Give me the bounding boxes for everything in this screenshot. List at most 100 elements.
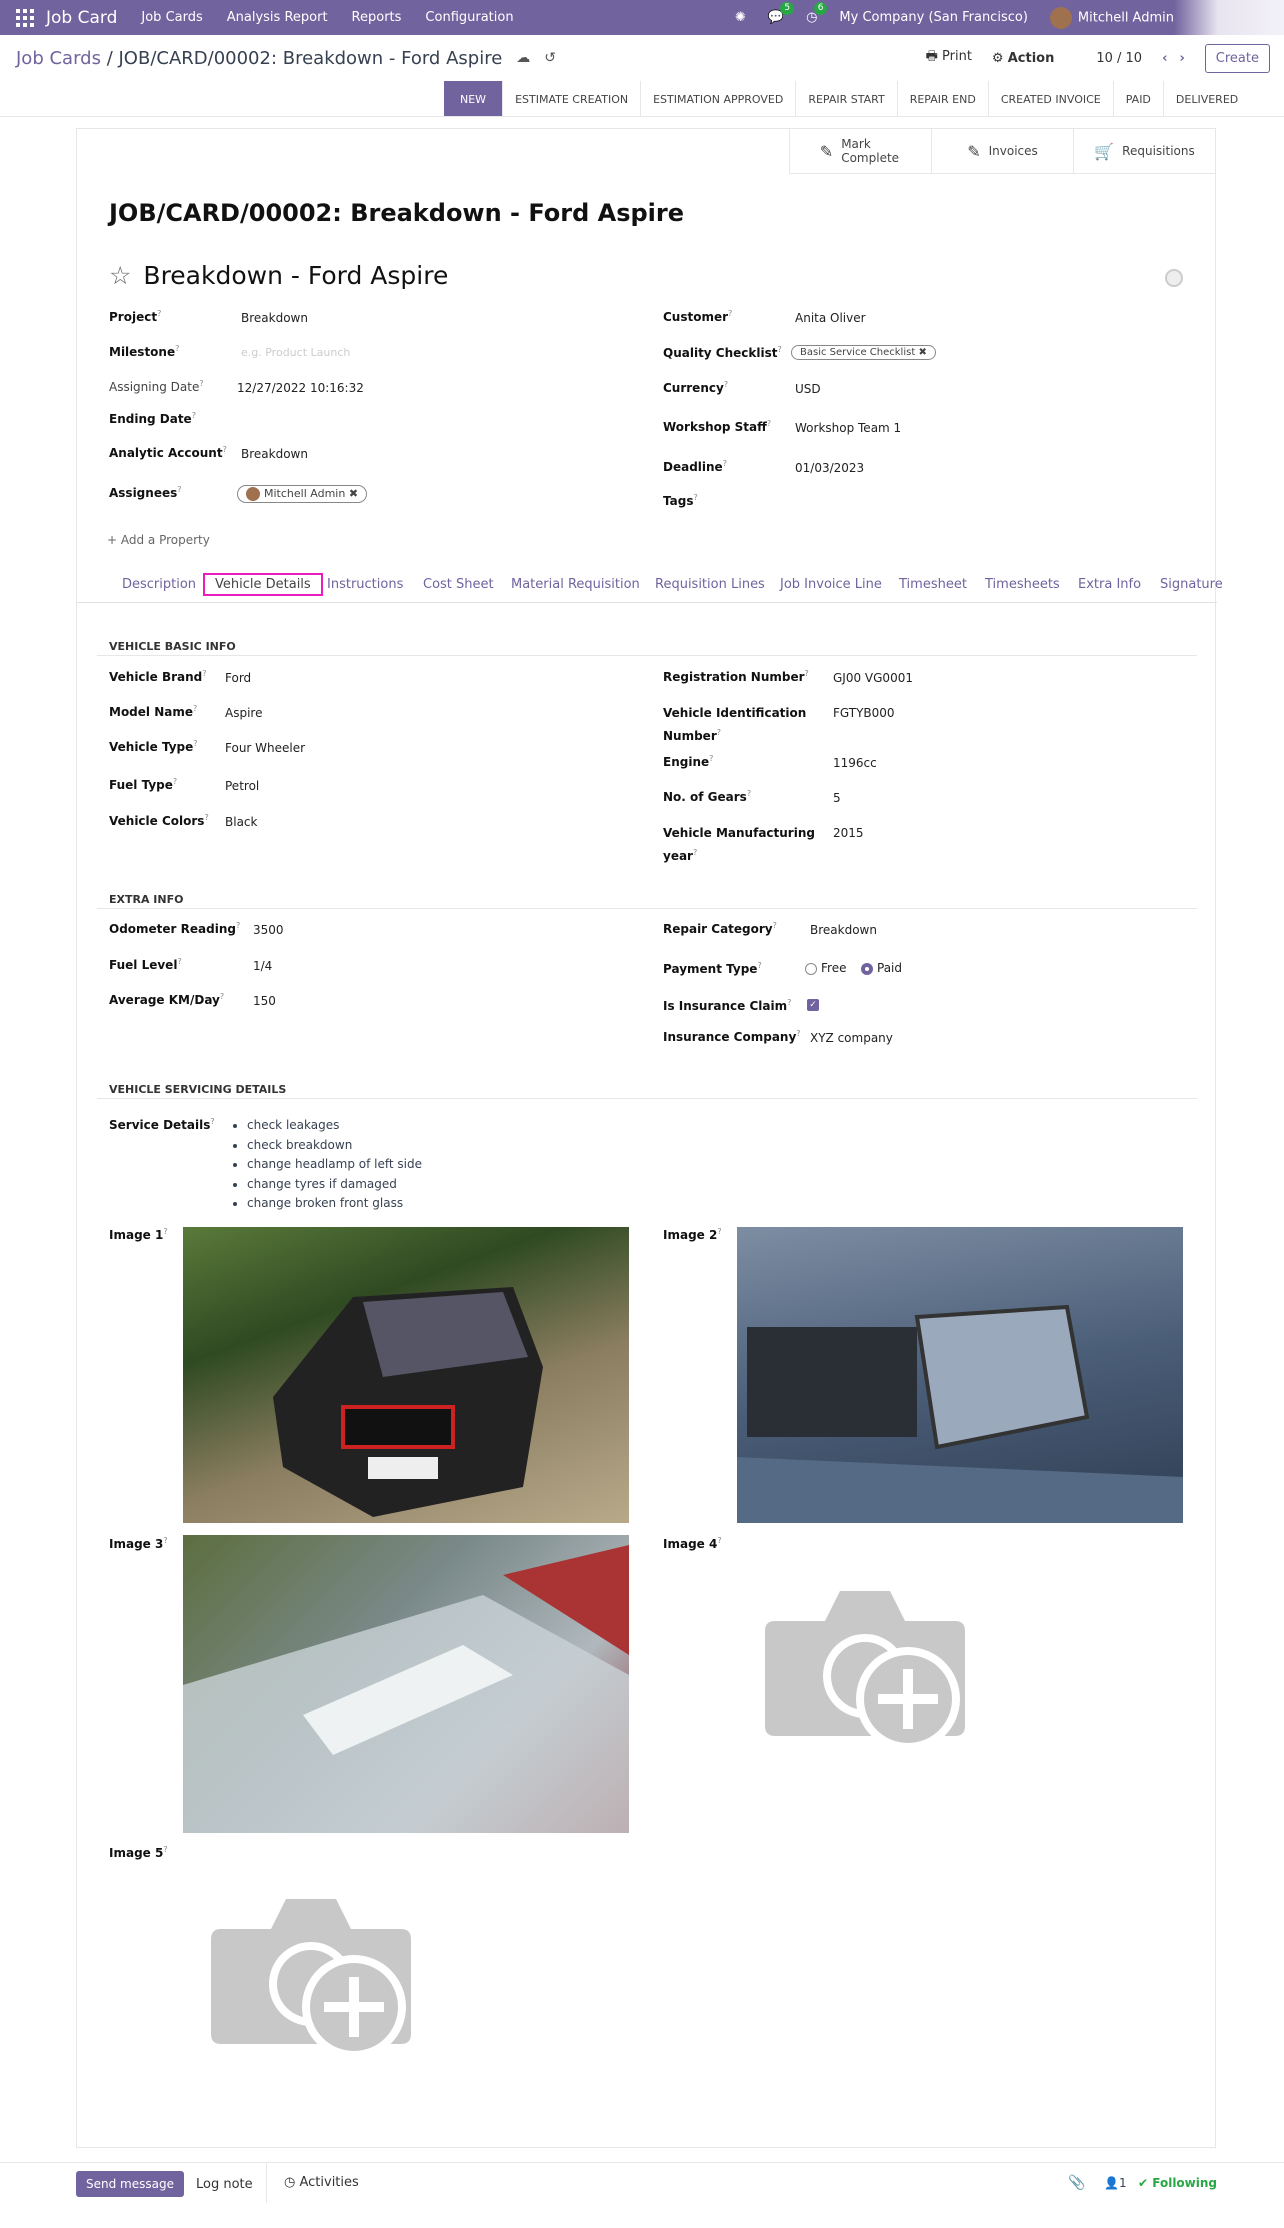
smart-buttons: ✎ Mark Complete ✎ Invoices 🛒 Requisitions <box>789 129 1215 174</box>
menu-configuration[interactable]: Configuration <box>425 10 513 25</box>
breadcrumb-root[interactable]: Job Cards <box>16 48 101 69</box>
menu-reports[interactable]: Reports <box>352 10 402 25</box>
remove-tag-icon[interactable]: ✖ <box>349 487 358 500</box>
analytic-account-field[interactable]: Breakdown <box>241 447 308 461</box>
vehicle-colors-field[interactable]: Black <box>225 815 257 829</box>
task-name[interactable]: Breakdown - Ford Aspire <box>143 261 448 290</box>
radio-selected-icon <box>861 962 873 975</box>
form-sheet: ✎ Mark Complete ✎ Invoices 🛒 Requisitions J… <box>76 128 1223 2148</box>
image4-upload-camera-icon[interactable] <box>765 1581 965 1761</box>
image1-car-ditch[interactable] <box>183 1227 629 1523</box>
add-property-button[interactable]: + Add a Property <box>107 533 210 547</box>
activities-button[interactable]: ◷ Activities <box>284 2175 359 2190</box>
tab-timesheets[interactable]: Timesheets <box>985 577 1060 592</box>
remove-tag-icon[interactable]: ✖ <box>918 347 926 358</box>
mark-complete-button[interactable]: ✎ Mark Complete <box>789 129 931 174</box>
section-divider <box>97 1098 1197 1099</box>
payment-paid-radio[interactable]: Paid <box>861 961 902 975</box>
pager-next-icon[interactable]: › <box>1179 51 1184 66</box>
status-repair-start[interactable]: REPAIR START <box>795 81 896 117</box>
kanban-state-icon[interactable] <box>1165 269 1183 287</box>
tab-cost-sheet[interactable]: Cost Sheet <box>423 577 494 592</box>
status-estimation-approved[interactable]: ESTIMATION APPROVED <box>640 81 795 117</box>
payment-free-radio[interactable]: Free <box>805 961 846 975</box>
insurance-company-field[interactable]: XYZ company <box>810 1031 893 1045</box>
service-details-list[interactable]: check leakages check breakdown change he… <box>231 1116 422 1214</box>
milestone-field[interactable]: e.g. Product Launch <box>241 346 350 359</box>
pager-value[interactable]: 10 / 10 <box>1096 51 1142 66</box>
status-created-invoice[interactable]: CREATED INVOICE <box>987 81 1113 117</box>
followers-button[interactable]: 👤1 <box>1104 2176 1127 2190</box>
manufacturing-year-field[interactable]: 2015 <box>833 826 864 840</box>
tab-material-requisition[interactable]: Material Requisition <box>511 577 640 592</box>
discard-icon[interactable]: ↺ <box>544 50 556 66</box>
tab-signature[interactable]: Signature <box>1160 577 1223 592</box>
fuel-level-field[interactable]: 1/4 <box>253 959 272 973</box>
assignee-tag[interactable]: Mitchell Admin ✖ <box>237 485 368 503</box>
status-estimate-creation[interactable]: ESTIMATE CREATION <box>502 81 640 117</box>
status-delivered[interactable]: DELIVERED <box>1162 81 1250 117</box>
deadline-field[interactable]: 01/03/2023 <box>795 461 864 475</box>
project-field[interactable]: Breakdown <box>241 311 308 325</box>
tab-vehicle-details[interactable]: Vehicle Details <box>203 573 323 596</box>
tab-job-invoice-line[interactable]: Job Invoice Line <box>780 577 882 592</box>
workshop-staff-field[interactable]: Workshop Team 1 <box>795 421 901 435</box>
user-menu[interactable]: Mitchell Admin <box>1049 6 1174 29</box>
assigning-date-label: Assigning Date? <box>109 379 204 394</box>
cloud-save-icon[interactable]: ☁ <box>516 50 530 66</box>
breadcrumb: Job Cards / JOB/CARD/00002: Breakdown - … <box>16 48 502 69</box>
print-button[interactable]: 🖶 Print <box>926 47 972 69</box>
image2-damaged-headlamp[interactable] <box>737 1227 1183 1523</box>
chat-icon[interactable]: 💬 5 <box>768 2 795 25</box>
create-button[interactable]: Create <box>1204 43 1270 73</box>
currency-field[interactable]: USD <box>795 382 821 396</box>
tab-timesheet[interactable]: Timesheet <box>899 577 967 592</box>
image5-upload-camera-icon[interactable] <box>211 1889 411 2069</box>
send-message-button[interactable]: Send message <box>76 2171 184 2197</box>
star-icon[interactable]: ☆ <box>109 261 131 290</box>
assignee-avatar <box>246 487 260 501</box>
record-title: JOB/CARD/00002: Breakdown - Ford Aspire <box>109 199 685 227</box>
average-km-field[interactable]: 150 <box>253 994 276 1008</box>
odometer-field[interactable]: 3500 <box>253 923 284 937</box>
action-label: Action <box>1007 50 1055 66</box>
tab-requisition-lines[interactable]: Requisition Lines <box>655 577 765 592</box>
registration-number-field[interactable]: GJ00 VG0001 <box>833 671 913 685</box>
vehicle-type-field[interactable]: Four Wheeler <box>225 741 305 755</box>
tab-extra-info[interactable]: Extra Info <box>1078 577 1141 592</box>
debug-bug-icon[interactable]: ✺ <box>735 10 746 25</box>
model-name-field[interactable]: Aspire <box>225 706 262 720</box>
menu-job-cards[interactable]: Job Cards <box>141 10 202 25</box>
app-name[interactable]: Job Card <box>46 8 117 28</box>
log-note-button[interactable]: Log note <box>196 2177 253 2192</box>
activity-clock-icon[interactable]: ◷ 6 <box>806 2 828 25</box>
menu-analysis-report[interactable]: Analysis Report <box>227 10 328 25</box>
requisitions-button[interactable]: 🛒 Requisitions <box>1073 129 1215 174</box>
following-button[interactable]: ✔ Following <box>1138 2176 1217 2190</box>
vehicle-brand-field[interactable]: Ford <box>225 671 251 685</box>
vin-field[interactable]: FGTYB000 <box>833 706 895 720</box>
engine-field[interactable]: 1196cc <box>833 756 877 770</box>
status-new[interactable]: NEW <box>444 81 503 117</box>
cart-icon: 🛒 <box>1094 141 1115 161</box>
list-item: change tyres if damaged <box>247 1175 422 1195</box>
invoices-button[interactable]: ✎ Invoices <box>931 129 1073 174</box>
image3-broken-glass[interactable] <box>183 1535 629 1833</box>
paperclip-icon[interactable]: 📎 <box>1068 2175 1085 2191</box>
insurance-claim-checkbox[interactable]: ✓ <box>807 999 819 1011</box>
fuel-type-field[interactable]: Petrol <box>225 779 259 793</box>
tab-instructions[interactable]: Instructions <box>327 577 403 592</box>
quality-checklist-tag[interactable]: Basic Service Checklist ✖ <box>791 345 936 360</box>
status-paid[interactable]: PAID <box>1112 81 1163 117</box>
add-property-label: Add a Property <box>120 533 210 547</box>
apps-menu-icon[interactable] <box>16 8 36 28</box>
action-button[interactable]: ⚙ Action <box>992 51 1054 66</box>
status-repair-end[interactable]: REPAIR END <box>896 81 988 117</box>
customer-field[interactable]: Anita Oliver <box>795 311 866 325</box>
repair-category-field[interactable]: Breakdown <box>810 923 877 937</box>
assigning-date-field[interactable]: 12/27/2022 10:16:32 <box>237 381 364 395</box>
gears-field[interactable]: 5 <box>833 791 841 805</box>
pager-prev-icon[interactable]: ‹ <box>1162 51 1167 66</box>
tab-description[interactable]: Description <box>122 577 196 592</box>
company-switcher[interactable]: My Company (San Francisco) <box>839 10 1027 25</box>
